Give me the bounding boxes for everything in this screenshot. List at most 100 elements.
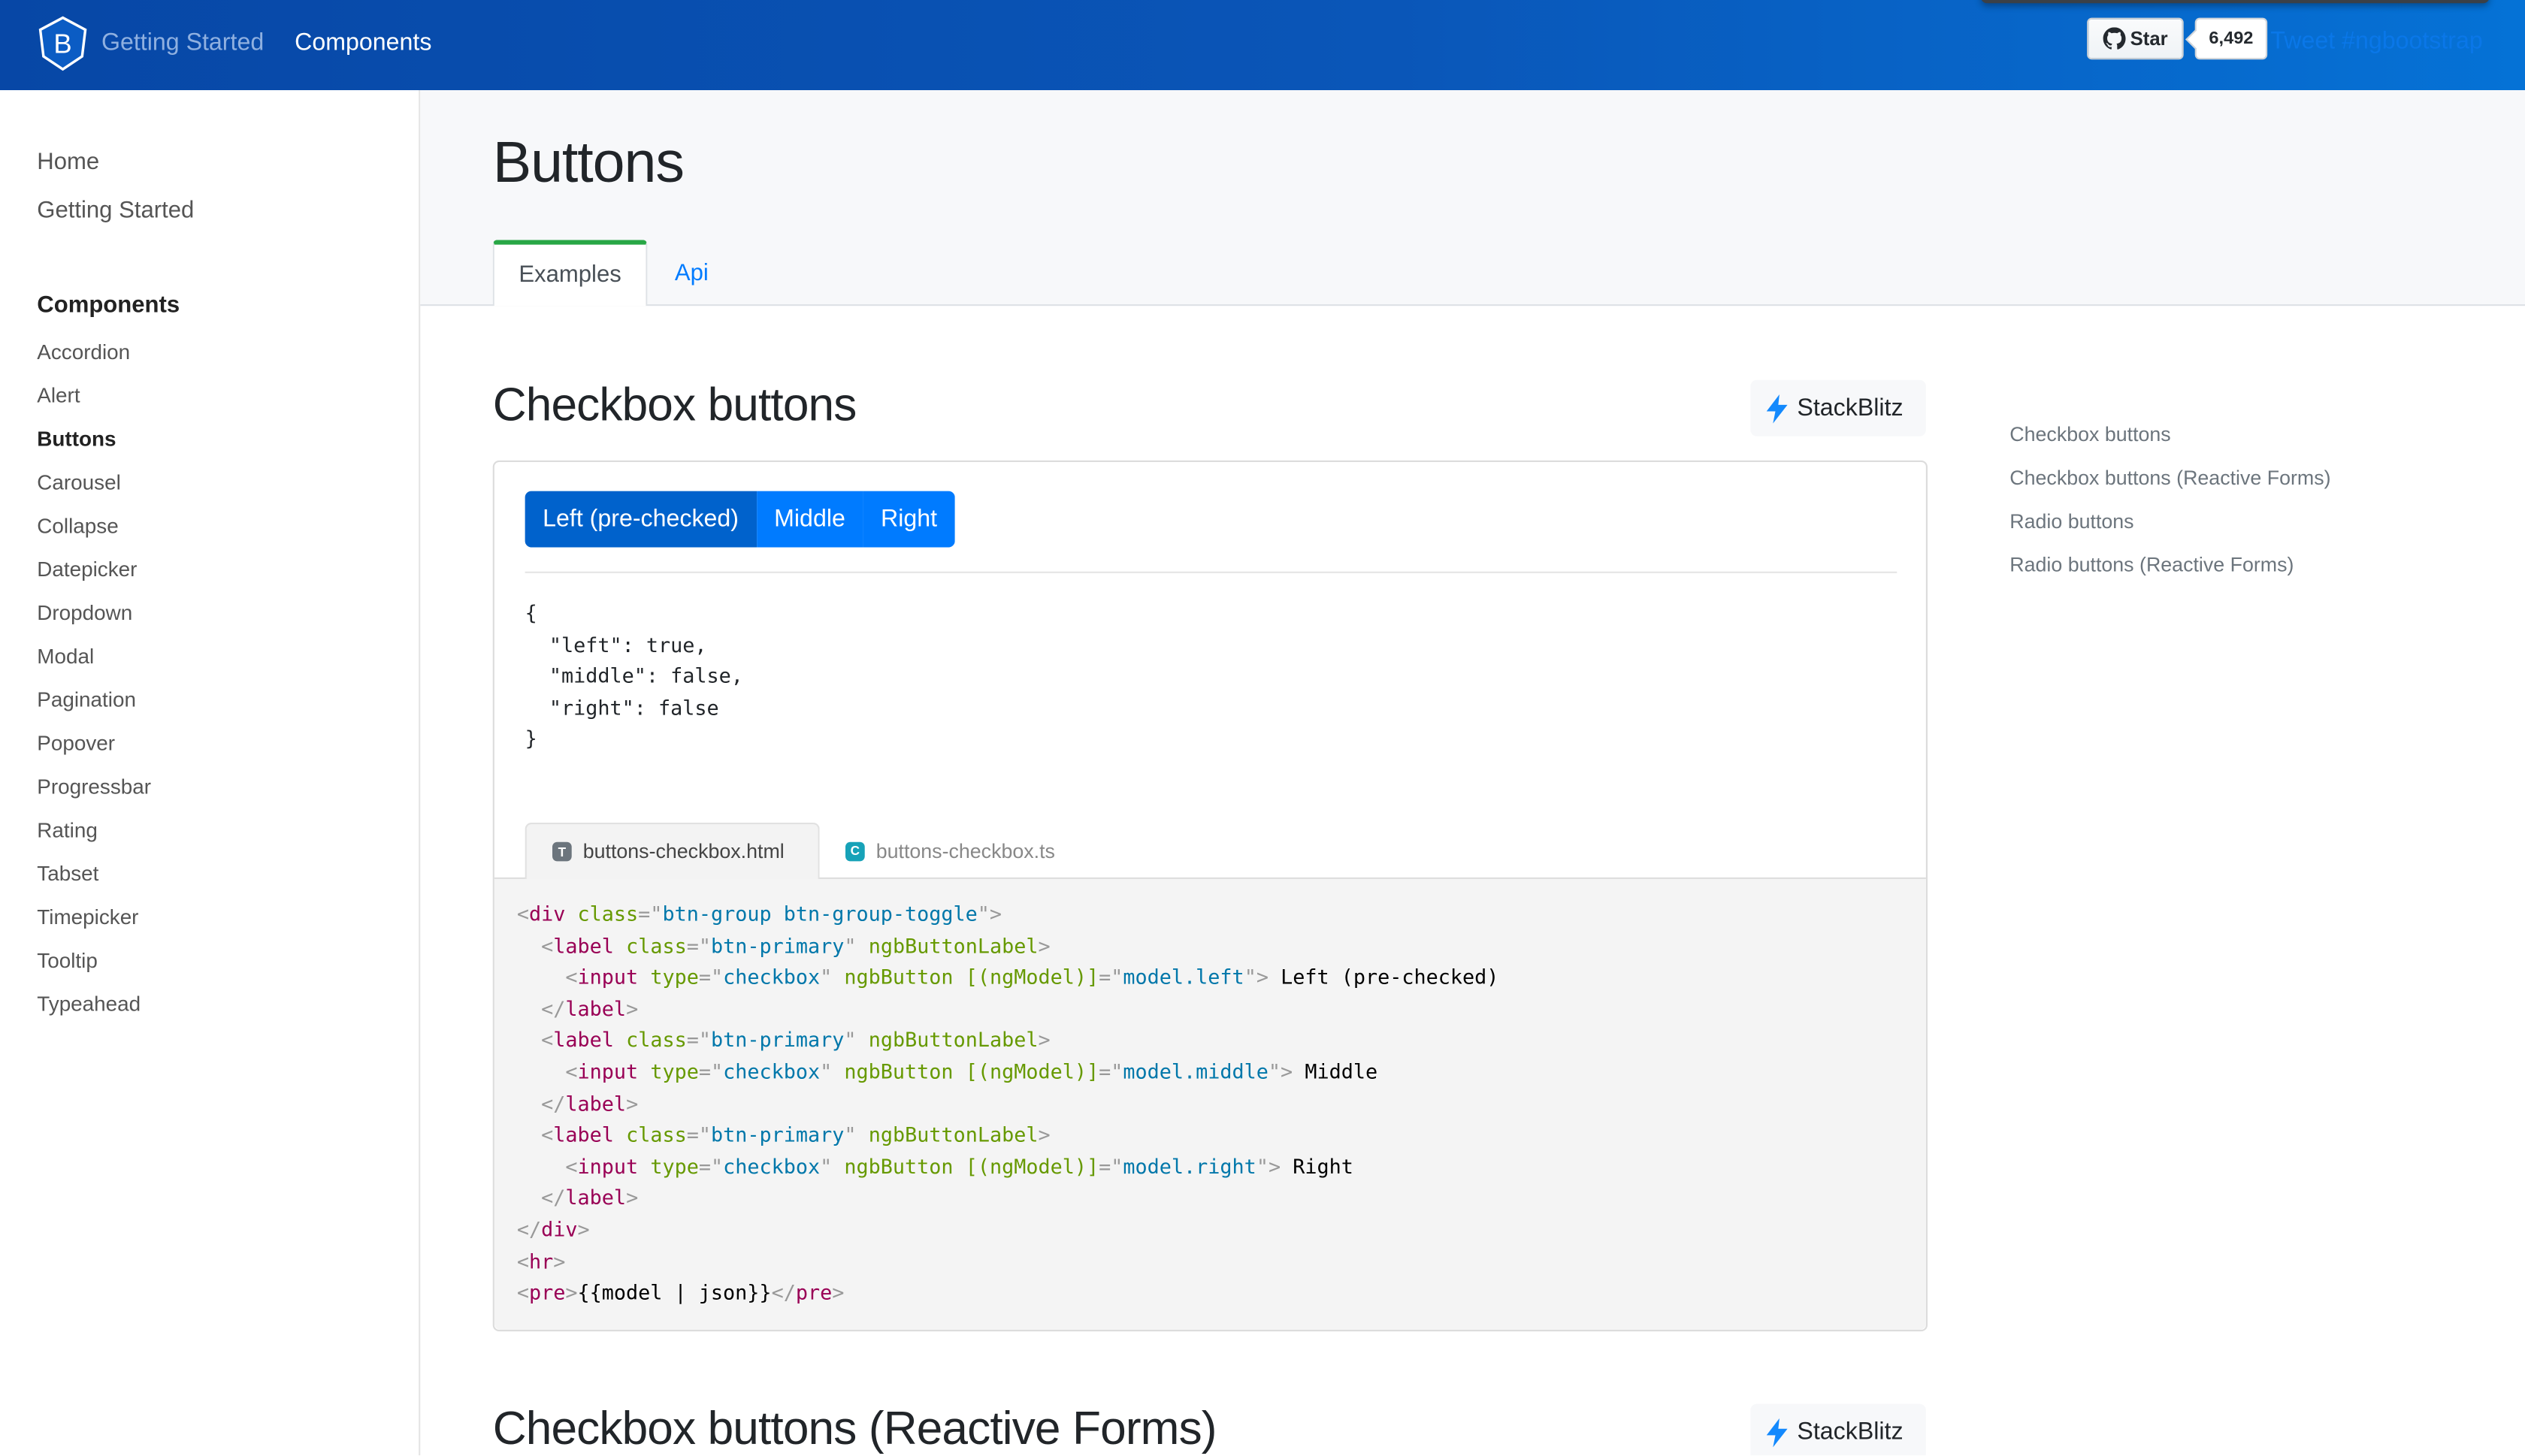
github-icon	[2103, 27, 2126, 50]
code-tab-html[interactable]: T buttons-checkbox.html	[525, 823, 820, 879]
code-token: </	[541, 1185, 566, 1210]
model-json-output: { "left": true, "middle": false, "right"…	[525, 600, 743, 751]
ng-bootstrap-logo-icon[interactable]: B	[38, 16, 87, 71]
sidebar-item-rating[interactable]: Rating	[37, 818, 98, 842]
code-token: [(ngModel)]	[965, 964, 1099, 989]
tab-examples[interactable]: Examples	[492, 240, 648, 307]
code-token: ="	[1099, 1153, 1123, 1179]
code-token: >	[626, 1185, 639, 1210]
sidebar-item-progressbar[interactable]: Progressbar	[37, 775, 151, 799]
lightning-icon	[1766, 393, 1788, 423]
sidebar-item-tooltip[interactable]: Tooltip	[37, 948, 98, 972]
code-tab-ts[interactable]: C buttons-checkbox.ts	[845, 823, 1055, 879]
page-header: Buttons Examples Api	[420, 90, 2525, 307]
github-star-count[interactable]: 6,492	[2194, 17, 2268, 60]
toggle-right-button[interactable]: Right	[863, 491, 955, 548]
code-token: ="	[686, 1027, 712, 1053]
code-token: [(ngModel)]	[965, 1059, 1099, 1084]
code-token: Right	[1281, 1153, 1353, 1179]
code-tab-label: buttons-checkbox.ts	[875, 839, 1055, 862]
sidebar-item-accordion[interactable]: Accordion	[37, 340, 130, 364]
stackblitz-label: StackBlitz	[1797, 394, 1904, 422]
sidebar-item-carousel[interactable]: Carousel	[37, 470, 120, 494]
code-token: input	[577, 964, 639, 989]
code-token: div	[541, 1216, 578, 1242]
code-token: ">	[1244, 964, 1269, 989]
code-token: </	[771, 1279, 796, 1304]
svg-text:B: B	[53, 29, 71, 59]
stackblitz-button[interactable]: StackBlitz	[1750, 1403, 1926, 1456]
sidebar-item-tabset[interactable]: Tabset	[37, 861, 98, 885]
tab-api[interactable]: Api	[675, 240, 709, 306]
toc-radio-buttons[interactable]: Radio buttons	[2009, 510, 2133, 533]
github-star-button[interactable]: Star	[2087, 17, 2184, 60]
code-token: btn-primary	[711, 932, 845, 958]
code-token: <	[565, 1059, 578, 1084]
nav-getting-started[interactable]: Getting Started	[101, 29, 264, 56]
overlay-popup-edge	[1980, 0, 2490, 4]
tweet-link[interactable]: Tweet #ngbootstrap	[2270, 27, 2482, 54]
toggle-middle-button[interactable]: Middle	[756, 491, 863, 548]
code-token: </	[541, 995, 566, 1021]
code-token: >	[577, 1216, 590, 1242]
code-token: <	[516, 902, 529, 926]
sidebar-item-collapse[interactable]: Collapse	[37, 514, 118, 538]
section-title-checkbox-buttons: Checkbox buttons	[492, 379, 857, 432]
sidebar-item-timepicker[interactable]: Timepicker	[37, 905, 138, 929]
code-token: input	[577, 1153, 639, 1179]
code-token: ="	[698, 964, 724, 989]
toc-radio-buttons-reactive[interactable]: Radio buttons (Reactive Forms)	[2009, 554, 2294, 576]
code-token: >	[1038, 1122, 1051, 1147]
section-title-checkbox-buttons-reactive: Checkbox buttons (Reactive Forms)	[492, 1403, 1217, 1456]
code-token: btn-primary	[711, 1122, 845, 1147]
code-token: btn-group btn-group-toggle	[662, 902, 978, 926]
code-token: "	[844, 1122, 857, 1147]
sidebar-item-datepicker[interactable]: Datepicker	[37, 557, 137, 581]
code-token: label	[565, 1090, 627, 1116]
code-token: <	[565, 964, 578, 989]
code-token: >	[553, 1248, 566, 1273]
toc-checkbox-buttons[interactable]: Checkbox buttons	[2009, 424, 2170, 446]
code-token: ngbButton	[844, 964, 954, 989]
sidebar-item-buttons[interactable]: Buttons	[37, 427, 116, 451]
code-token: ">	[1268, 1059, 1293, 1084]
code-token: "	[844, 932, 857, 958]
sidebar-item-getting-started[interactable]: Getting Started	[37, 198, 194, 224]
code-token: "	[820, 964, 833, 989]
code-token: label	[553, 1122, 614, 1147]
sidebar-item-typeahead[interactable]: Typeahead	[37, 992, 141, 1016]
code-token: type	[650, 1059, 699, 1084]
code-token: <	[541, 1122, 554, 1147]
code-token: ngbButtonLabel	[868, 1122, 1039, 1147]
sidebar-item-dropdown[interactable]: Dropdown	[37, 600, 132, 624]
stackblitz-button[interactable]: StackBlitz	[1750, 379, 1926, 436]
code-token: class	[626, 1027, 687, 1053]
toggle-left-button[interactable]: Left (pre-checked)	[525, 491, 757, 548]
code-token: div	[528, 902, 566, 926]
sidebar-item-alert[interactable]: Alert	[37, 383, 80, 407]
code-token: "	[844, 1027, 857, 1053]
nav-components[interactable]: Components	[295, 29, 431, 56]
page: B Getting Started Components Star 6,492 …	[0, 0, 2525, 1456]
toc-checkbox-buttons-reactive[interactable]: Checkbox buttons (Reactive Forms)	[2009, 467, 2330, 489]
sidebar-item-popover[interactable]: Popover	[37, 731, 115, 755]
code-block: <div class="btn-group btn-group-toggle">…	[494, 879, 1926, 1330]
code-token: >	[1038, 932, 1051, 958]
sidebar-item-pagination[interactable]: Pagination	[37, 687, 136, 711]
code-token: checkbox	[723, 964, 821, 989]
sidebar-item-modal[interactable]: Modal	[37, 644, 94, 668]
code-token: model.left	[1123, 964, 1244, 989]
sidebar-item-home[interactable]: Home	[37, 150, 99, 175]
code-token: ="	[686, 1122, 712, 1147]
